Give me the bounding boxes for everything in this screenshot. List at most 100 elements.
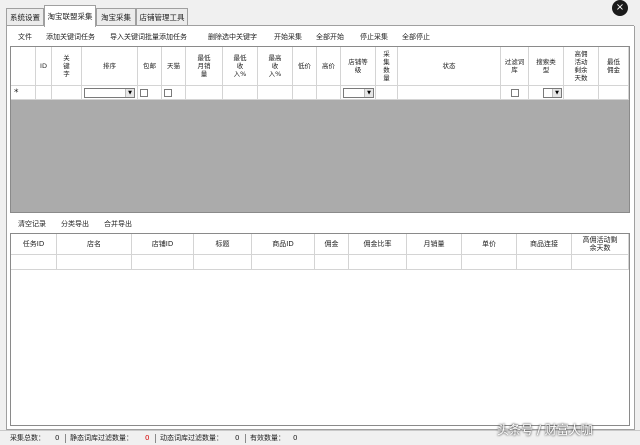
- col-status[interactable]: 状态: [398, 47, 501, 86]
- delete-selected-keyword-button[interactable]: 删除选中关键字: [208, 30, 257, 44]
- col-task-id[interactable]: 任务ID: [11, 234, 57, 255]
- status-separator: [65, 434, 66, 443]
- category-export-button[interactable]: 分类导出: [61, 217, 89, 231]
- shop-level-dropdown[interactable]: ▼: [343, 88, 374, 98]
- col-tmall[interactable]: 天猫: [162, 47, 186, 86]
- column-header-text: 过滤词库: [504, 58, 525, 74]
- cell-high-price[interactable]: [317, 86, 341, 100]
- col-title[interactable]: 标题: [194, 234, 252, 255]
- sort-dropdown[interactable]: ▼: [84, 88, 135, 98]
- col-unit-price[interactable]: 单价: [462, 234, 517, 255]
- clear-records-button[interactable]: 清空记录: [18, 217, 46, 231]
- tab-label: 淘宝联盟采集: [47, 12, 93, 21]
- chevron-down-icon[interactable]: ▼: [552, 89, 561, 97]
- tmall-checkbox[interactable]: [164, 89, 172, 97]
- cell-shop-level[interactable]: ▼: [341, 86, 376, 100]
- cell[interactable]: [462, 255, 517, 270]
- col-search-type[interactable]: 搜索类型: [529, 47, 564, 86]
- col-product-link[interactable]: 商品连接: [517, 234, 572, 255]
- cell-tmall[interactable]: [162, 86, 186, 100]
- cell[interactable]: [349, 255, 407, 270]
- free-shipping-checkbox[interactable]: [140, 89, 148, 97]
- col-sort[interactable]: 排序: [82, 47, 138, 86]
- keyword-task-grid[interactable]: ID 关键字 排序 包邮 天猫 最低 月销量 最低收入% 最高收入% 低价 高价 …: [10, 46, 630, 213]
- tab-taobao-collect[interactable]: 淘宝采集: [96, 8, 136, 26]
- cell-min-monthly-sales[interactable]: [186, 86, 223, 100]
- column-header-text: 商品连接: [530, 240, 558, 248]
- column-header-text: 低价: [298, 62, 311, 70]
- cell[interactable]: [517, 255, 572, 270]
- col-id[interactable]: ID: [36, 47, 52, 86]
- cell-keyword[interactable]: [52, 86, 82, 100]
- cell-min-income[interactable]: [223, 86, 258, 100]
- cell-high-commission-days[interactable]: [564, 86, 599, 100]
- result-grid[interactable]: 任务ID 店名 店铺ID 标题 商品ID 佣金 佣金比率 月销量 单价 商品连接…: [10, 233, 630, 426]
- start-all-button[interactable]: 全部开始: [316, 30, 344, 44]
- cell[interactable]: [572, 255, 629, 270]
- chevron-down-icon[interactable]: ▼: [125, 89, 134, 97]
- cell-free-shipping[interactable]: [138, 86, 162, 100]
- col-high-price[interactable]: 高价: [317, 47, 341, 86]
- col-shop-id[interactable]: 店铺ID: [132, 234, 194, 255]
- col-commission-rate[interactable]: 佣金比率: [349, 234, 407, 255]
- search-type-dropdown[interactable]: ▼: [543, 88, 562, 98]
- stop-all-button[interactable]: 全部停止: [402, 30, 430, 44]
- cell[interactable]: [11, 255, 57, 270]
- new-row[interactable]: * ▼ ▼ ▼: [11, 86, 629, 100]
- col-max-income[interactable]: 最高收入%: [258, 47, 293, 86]
- col-min-income[interactable]: 最低收入%: [223, 47, 258, 86]
- grid-header: ID 关键字 排序 包邮 天猫 最低 月销量 最低收入% 最高收入% 低价 高价 …: [11, 47, 629, 86]
- chevron-down-icon[interactable]: ▼: [364, 89, 373, 97]
- result-row[interactable]: [11, 255, 629, 270]
- tab-taobao-union-collect[interactable]: 淘宝联盟采集: [44, 5, 96, 27]
- cell-collect-count[interactable]: [376, 86, 398, 100]
- column-header-text: 佣金比率: [363, 240, 392, 248]
- filter-lib-checkbox[interactable]: [511, 89, 519, 97]
- col-filter-lib[interactable]: 过滤词库: [501, 47, 529, 86]
- column-header-text: 单价: [482, 240, 496, 248]
- import-keywords-button[interactable]: 导入关键词批量添加任务: [110, 30, 187, 44]
- col-free-shipping[interactable]: 包邮: [138, 47, 162, 86]
- col-monthly-sales[interactable]: 月销量: [407, 234, 462, 255]
- cell[interactable]: [252, 255, 315, 270]
- tab-label: 淘宝采集: [101, 13, 131, 22]
- col-min-commission[interactable]: 最低 佣金: [599, 47, 629, 86]
- col-min-monthly-sales[interactable]: 最低 月销量: [186, 47, 223, 86]
- cell-filter-lib[interactable]: [501, 86, 529, 100]
- close-icon[interactable]: ×: [612, 0, 628, 16]
- merge-export-button[interactable]: 合并导出: [104, 217, 132, 231]
- start-collect-button[interactable]: 开始采集: [274, 30, 302, 44]
- tab-system-settings[interactable]: 系统设置: [6, 8, 44, 26]
- col-shop-level[interactable]: 店铺等级: [341, 47, 376, 86]
- col-high-commission-remaining-days[interactable]: 高佣活动剩 余天数: [572, 234, 629, 255]
- col-keyword[interactable]: 关键字: [52, 47, 82, 86]
- col-commission[interactable]: 佣金: [315, 234, 349, 255]
- col-collect-count[interactable]: 采集数量: [376, 47, 398, 86]
- cell[interactable]: [194, 255, 252, 270]
- cell[interactable]: [315, 255, 349, 270]
- cell[interactable]: [132, 255, 194, 270]
- watermark: 头条号 / 财富大咖: [497, 423, 593, 437]
- tab-shop-management[interactable]: 店铺管理工具: [136, 8, 188, 26]
- file-menu[interactable]: 文件: [18, 30, 32, 44]
- total-count-value: 0: [55, 434, 60, 442]
- cell[interactable]: [57, 255, 132, 270]
- stop-collect-button[interactable]: 停止采集: [360, 30, 388, 44]
- tab-label: 店铺管理工具: [139, 13, 185, 22]
- cell-min-commission[interactable]: [599, 86, 629, 100]
- cell-status[interactable]: [398, 86, 501, 100]
- cell[interactable]: [407, 255, 462, 270]
- col-high-commission-days[interactable]: 高佣 活动 剩余 天数: [564, 47, 599, 86]
- cell-sort[interactable]: ▼: [82, 86, 138, 100]
- top-toolbar: 文件 添加关键词任务 导入关键词批量添加任务 删除选中关键字 开始采集 全部开始…: [10, 30, 630, 44]
- add-keyword-task-button[interactable]: 添加关键词任务: [46, 30, 95, 44]
- status-separator: [245, 434, 246, 443]
- col-product-id[interactable]: 商品ID: [252, 234, 315, 255]
- cell-low-price[interactable]: [293, 86, 317, 100]
- col-shop-name[interactable]: 店名: [57, 234, 132, 255]
- cell-max-income[interactable]: [258, 86, 293, 100]
- column-header-text: 月销量: [423, 240, 445, 248]
- cell-id[interactable]: [36, 86, 52, 100]
- cell-search-type[interactable]: ▼: [529, 86, 564, 100]
- col-low-price[interactable]: 低价: [293, 47, 317, 86]
